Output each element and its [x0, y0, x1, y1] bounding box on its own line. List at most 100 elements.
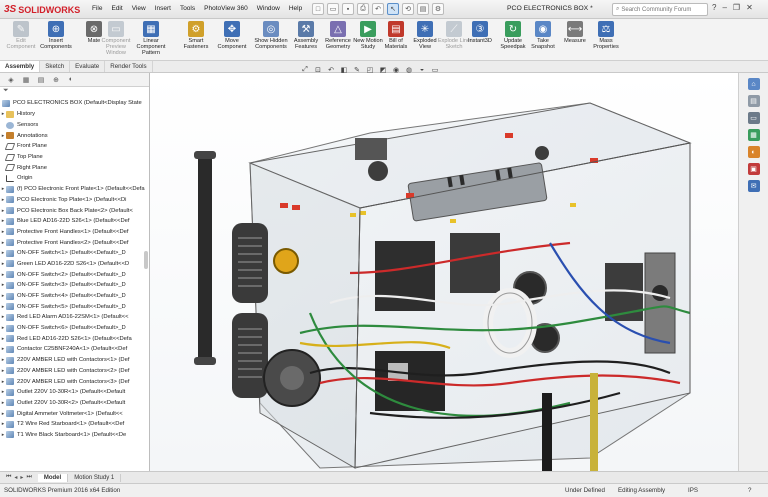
tree-item[interactable]: Front Plane	[0, 141, 148, 152]
tree-item[interactable]: ▸ Protective Front Handles<2> (Default<<D…	[0, 237, 148, 248]
smart-fasteners-button[interactable]: ⚙ Smart Fasteners	[178, 21, 214, 50]
close-icon[interactable]: ✕	[746, 3, 753, 12]
view-palette-icon[interactable]: ▦	[747, 129, 760, 141]
design-library-icon[interactable]: ▤	[747, 95, 760, 107]
tree-item[interactable]: ▸ ON-OFF Switch<3> (Default<<Default>_D	[0, 280, 148, 291]
tree-item[interactable]: ▸ Digital Ammeter Voltmeter<1> (Default<<	[0, 408, 148, 419]
prev-tab-icon[interactable]: ◂	[14, 474, 17, 481]
select-arrow-icon[interactable]: ↖	[387, 3, 399, 15]
first-tab-icon[interactable]: ⏮	[6, 474, 11, 481]
insert-components-button[interactable]: ⊕ Insert Components	[38, 21, 74, 50]
search-community-input[interactable]: ⌕ Search Community Forum	[612, 3, 708, 16]
help-icon[interactable]: ?	[748, 487, 751, 494]
smart-fasteners-label: Smart Fasteners	[183, 38, 209, 50]
tree-item[interactable]: ▸ Annotations	[0, 130, 148, 141]
tree-item[interactable]: ▸ Red LED Alarm AD16-22SM<1> (Default<<	[0, 312, 148, 323]
tree-item[interactable]: ▸ PCO Electronic Box Back Plate<2> (Defau…	[0, 205, 148, 216]
tab-model[interactable]: Model	[37, 473, 69, 482]
panel-resize-handle[interactable]	[144, 251, 148, 269]
top-knob	[368, 161, 388, 181]
menu-file[interactable]: File	[92, 5, 102, 12]
print-icon[interactable]: ⎙	[357, 3, 369, 15]
last-tab-icon[interactable]: ⏭	[26, 474, 31, 481]
tab-sketch[interactable]: Sketch	[40, 61, 71, 72]
custom-properties-icon[interactable]: ▣	[747, 163, 760, 175]
solidworks-resources-icon[interactable]: ⌂	[747, 78, 760, 90]
next-tab-icon[interactable]: ▸	[20, 474, 23, 481]
tree-item[interactable]: ▸ ON-OFF Switch<5> (Default<<Default>_D	[0, 301, 148, 312]
tab-assembly[interactable]: Assembly	[0, 61, 41, 72]
tree-item[interactable]: ▸ Red LED AD16-22D S26<1> (Default<<Defa	[0, 333, 148, 344]
menu-tools[interactable]: Tools	[180, 5, 195, 12]
help-question-icon[interactable]: ?	[712, 3, 716, 12]
mass-properties-button[interactable]: ⚖ Mass Properties	[588, 21, 624, 50]
tab-render-tools[interactable]: Render Tools	[105, 61, 153, 72]
tree-root[interactable]: PCO ELECTRONICS BOX (Default<Display Sta…	[2, 98, 142, 109]
part-icon	[6, 345, 14, 353]
restore-icon[interactable]: ❐	[733, 3, 740, 12]
tree-item[interactable]: ▸ 220V AMBER LED with Contactors<3> (Def	[0, 376, 148, 387]
tree-item[interactable]: ▸ 220V AMBER LED with Contactors<2> (Def	[0, 366, 148, 377]
tree-item[interactable]: ▸ ON-OFF Switch<1> (Default<<Default>_D	[0, 248, 148, 259]
snapshot-button[interactable]: ◉ Take Snapshot	[525, 21, 561, 50]
rebuild-icon[interactable]: ⟲	[402, 3, 414, 15]
filter-icon[interactable]: ⏷	[0, 87, 149, 97]
instant3d-button[interactable]: ③ Instant3D	[462, 21, 498, 44]
menu-photoview[interactable]: PhotoView 360	[204, 5, 248, 12]
tree-item[interactable]: ▸ Protective Front Handles<1> (Default<<D…	[0, 227, 148, 238]
tree-item[interactable]: ▸ Outlet 220V 10-30R<2> (Default<<Default	[0, 398, 148, 409]
assembly-features-button[interactable]: ⚒ Assembly Features	[288, 21, 324, 50]
solidworks-forum-icon[interactable]: ✉	[747, 180, 760, 192]
tree-item[interactable]: ▸ T2 Wire Red Starboard<1> (Default<<Def	[0, 419, 148, 430]
tree-item[interactable]: ▸ Blue LED AD16-22D S26<1> (Default<<Def	[0, 216, 148, 227]
menu-edit[interactable]: Edit	[111, 5, 122, 12]
dimxpert-tab-icon[interactable]: ⊕	[51, 75, 61, 85]
tree-item[interactable]: ▸ Contactor C25BNF240A<1> (Default<<Def	[0, 344, 148, 355]
show-hidden-button[interactable]: ◎ Show Hidden Components	[253, 21, 289, 50]
tree-item[interactable]: ▸ ON-OFF Switch<2> (Default<<Default>_D	[0, 269, 148, 280]
tree-item[interactable]: ▸ 220V AMBER LED with Contactors<1> (Def	[0, 355, 148, 366]
tree-item[interactable]: ▸ ON-OFF Switch<6> (Default<<Default>_D	[0, 323, 148, 334]
handle-cap-top	[194, 151, 216, 159]
tree-item[interactable]: Sensors	[0, 120, 148, 131]
component-preview-button[interactable]: ▭ Component Preview Window	[98, 21, 134, 56]
undo-icon[interactable]: ↶	[372, 3, 384, 15]
move-component-button[interactable]: ✥ Move Component	[214, 21, 250, 50]
tree-item[interactable]: ▸ Outlet 220V 10-30R<1> (Default<<Default	[0, 387, 148, 398]
graphics-area[interactable]	[150, 73, 738, 471]
status-definition: Under Defined	[565, 487, 605, 494]
status-units[interactable]: IPS	[688, 487, 698, 494]
file-properties-icon[interactable]: ▤	[417, 3, 429, 15]
appearances-icon[interactable]: ◐	[747, 146, 760, 158]
menu-view[interactable]: View	[132, 5, 146, 12]
tree-item[interactable]: Origin	[0, 173, 148, 184]
configuration-manager-tab-icon[interactable]: ▤	[36, 75, 46, 85]
tree-item[interactable]: ▸ PCO Electronic Top Plate<1> (Default<<D…	[0, 195, 148, 206]
tree-item[interactable]: ▸ (f) PCO Electronic Front Plate<1> (Defa…	[0, 184, 148, 195]
tree-item[interactable]: Right Plane	[0, 162, 148, 173]
linear-pattern-button[interactable]: ▦ Linear Component Pattern	[133, 21, 169, 56]
menu-help[interactable]: Help	[289, 5, 302, 12]
solidworks-logo[interactable]: 3S SOLIDWORKS	[4, 3, 80, 16]
tab-motion-study[interactable]: Motion Study 1	[68, 473, 122, 482]
tree-item[interactable]: ▸ ON-OFF Switch<4> (Default<<Default>_D	[0, 291, 148, 302]
property-manager-tab-icon[interactable]: ▦	[21, 75, 31, 85]
file-explorer-icon[interactable]: ▭	[747, 112, 760, 124]
open-folder-icon[interactable]: ▭	[327, 3, 339, 15]
menu-insert[interactable]: Insert	[155, 5, 171, 12]
tree-item[interactable]: Top Plane	[0, 152, 148, 163]
save-icon[interactable]: ▪	[342, 3, 354, 15]
edit-component-button[interactable]: ✎ Edit Component	[3, 21, 39, 50]
new-document-icon[interactable]: □	[312, 3, 324, 15]
options-gear-icon[interactable]: ⚙	[432, 3, 444, 15]
tree-item[interactable]: ▸ History	[0, 109, 148, 120]
tree-item[interactable]: ▸ T1 Wire Black Starboard<1> (Default<<De	[0, 430, 148, 441]
component-preview-icon: ▭	[108, 21, 124, 37]
feature-tree-tab-icon[interactable]: ◈	[6, 75, 16, 85]
tree-item[interactable]: ▸ Green LED AD16-22D S26<1> (Default<<D	[0, 259, 148, 270]
enclosure-left-plate	[249, 162, 361, 469]
minimize-icon[interactable]: –	[722, 3, 726, 12]
tab-evaluate[interactable]: Evaluate	[70, 61, 106, 72]
display-manager-tab-icon[interactable]: ◐	[66, 75, 76, 85]
menu-window[interactable]: Window	[257, 5, 280, 12]
